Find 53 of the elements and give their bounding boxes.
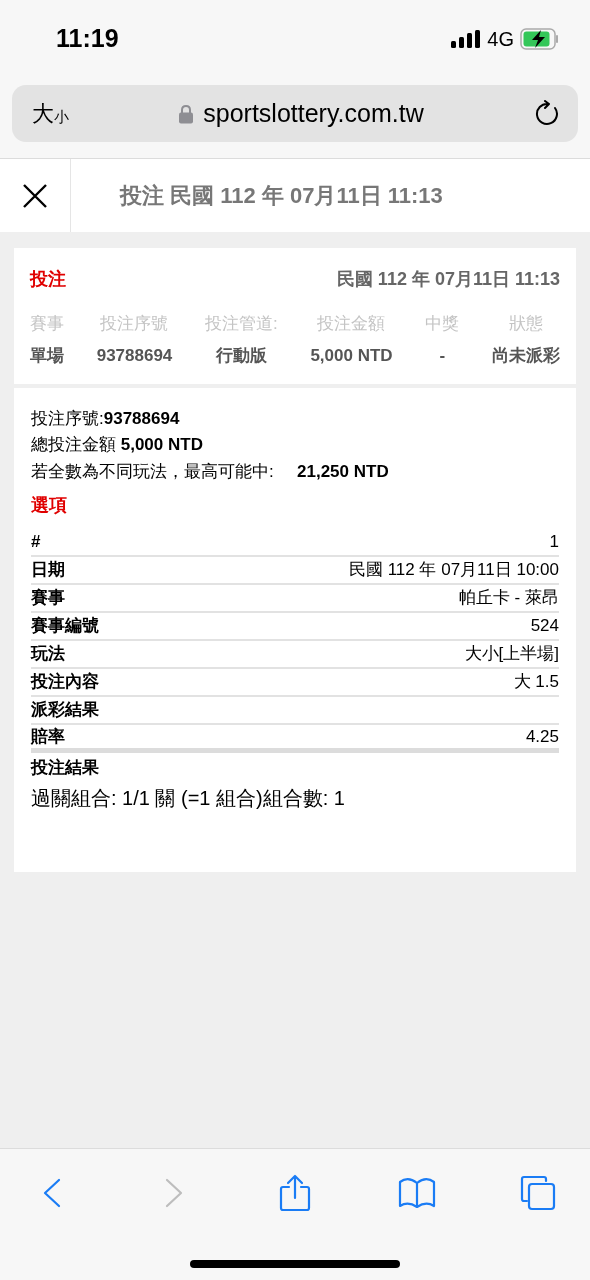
- row-label: 玩法: [31, 643, 65, 666]
- column-heading: 中獎: [425, 313, 460, 335]
- lock-icon: [179, 103, 194, 124]
- row-label: 日期: [31, 559, 65, 582]
- book-icon: [397, 1177, 436, 1209]
- share-icon: [279, 1174, 311, 1212]
- signal-icon: [451, 29, 482, 48]
- column-value: 行動版: [215, 344, 267, 367]
- row-label: 賽事: [31, 587, 65, 610]
- column-heading: 投注管道:: [205, 313, 278, 335]
- column-value: 單場: [30, 344, 64, 367]
- max-win-label: 若全數為不同玩法，最高可能中:: [31, 461, 275, 483]
- text-size-button[interactable]: 大小: [32, 97, 69, 130]
- close-icon: [22, 182, 48, 209]
- reload-icon[interactable]: [534, 99, 558, 128]
- row-label: 派彩結果: [31, 699, 99, 722]
- column-heading: 投注金額: [317, 313, 386, 335]
- row-value: 帕丘卡 - 萊昂: [458, 587, 559, 610]
- row-label: 投注內容: [31, 671, 99, 694]
- back-icon: [42, 1178, 62, 1208]
- serial-line: 投注序號:93788694: [31, 408, 181, 430]
- row-label: 賽事編號: [31, 615, 99, 638]
- column-value: 93788694: [96, 344, 173, 367]
- network-label: 4G: [487, 26, 514, 52]
- column-value: 5,000 NTD: [310, 344, 393, 367]
- column-value: 尚未派彩: [491, 344, 560, 367]
- options-title: 選項: [31, 494, 68, 517]
- column-heading: 投注序號: [100, 313, 169, 335]
- row-value: 4.25: [525, 725, 559, 748]
- page-title: 投注 民國 112 年 07月11日 11:13: [120, 182, 443, 210]
- column-heading: 狀態: [508, 313, 543, 335]
- result-text: 過關組合: 1/1 關 (=1 組合)組合數: 1: [31, 785, 346, 811]
- status-time: 11:19: [56, 22, 119, 54]
- column-heading: 賽事: [30, 313, 64, 335]
- column-value: -: [439, 344, 446, 367]
- row-value: 民國 112 年 07月11日 10:00: [348, 559, 559, 582]
- row-value: 1: [549, 531, 559, 554]
- result-title: 投注結果: [31, 757, 100, 779]
- tabs-icon: [520, 1175, 556, 1211]
- summary-date: 民國 112 年 07月11日 11:13: [336, 268, 560, 291]
- row-label: 賠率: [31, 725, 65, 748]
- url-text: sportslottery.com.tw: [203, 97, 424, 129]
- row-label: #: [31, 531, 41, 554]
- row-value: 大小[上半場]: [464, 643, 559, 666]
- forward-icon: [163, 1178, 184, 1208]
- address-bar[interactable]: 大小 sportslottery.com.tw: [12, 85, 578, 142]
- tabs-button[interactable]: [518, 1173, 558, 1213]
- row-value: 大 1.5: [513, 671, 559, 694]
- row-value: 524: [530, 615, 559, 638]
- max-win-value: 21,250 NTD: [297, 461, 389, 483]
- total-line: 總投注金額 5,000 NTD: [31, 434, 204, 456]
- battery-icon: [520, 27, 560, 50]
- summary-title: 投注: [30, 268, 66, 291]
